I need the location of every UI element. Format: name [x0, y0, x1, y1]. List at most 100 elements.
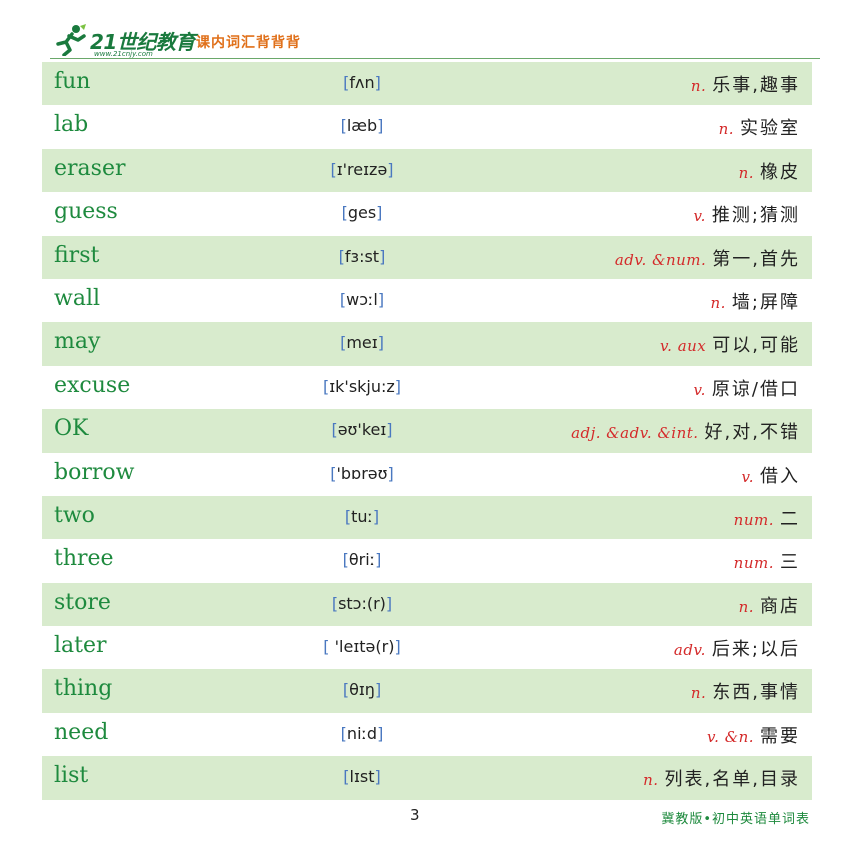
meaning-text: 第一,首先 [712, 248, 800, 270]
page-number: 3 [410, 806, 420, 824]
phonetic-cell: [əʊ'keɪ] [331, 420, 393, 440]
part-of-speech: n. [738, 163, 754, 182]
part-of-speech: v. aux [659, 337, 707, 356]
meaning-cell: num. 二 [734, 505, 800, 531]
part-of-speech: n. [738, 597, 754, 616]
table-row: wall [wɔːl] n. 墙;屏障 [42, 279, 812, 322]
phonetic-text: ɪ'reɪzə [336, 159, 388, 179]
meaning-text: 三 [780, 552, 800, 574]
word-cell: later [54, 633, 107, 659]
meaning-cell: adv. 后来;以后 [674, 635, 800, 661]
book-title: 冀教版•初中英语单词表 [661, 812, 810, 827]
table-row: borrow ['bɒrəʊ] v. 借入 [42, 453, 812, 496]
table-row: fun [fʌn] n. 乐事,趣事 [42, 62, 812, 106]
phonetic-text: θriː [348, 550, 376, 570]
phonetic-text: lɪst [349, 767, 375, 787]
word-cell: two [54, 502, 95, 528]
meaning-cell: n. 东西,事情 [691, 678, 800, 704]
runner-logo-icon [56, 24, 86, 56]
brand-url: www.21cnjy.com [94, 50, 153, 58]
meaning-cell: adj. &adv. &int. 好,对,不错 [571, 418, 800, 444]
part-of-speech: v. [741, 467, 754, 486]
table-row: later [ 'leɪtə(r)] adv. 后来;以后 [42, 626, 812, 669]
table-row: may [meɪ] v. aux 可以,可能 [42, 322, 812, 366]
word-cell: fun [54, 69, 91, 94]
part-of-speech: n. [690, 77, 707, 95]
word-cell: first [54, 242, 100, 268]
phonetic-cell: [ges] [341, 203, 383, 223]
meaning-text: 东西,事情 [712, 682, 800, 704]
part-of-speech: num. [733, 554, 774, 573]
meaning-cell: v. aux 可以,可能 [660, 331, 800, 357]
word-cell: thing [54, 676, 113, 702]
phonetic-text: tuː [351, 506, 373, 526]
page-title: 课内词汇背背背 [196, 35, 301, 51]
phonetic-cell: [θɪŋ] [342, 680, 382, 700]
table-row: store [stɔ:(r)] n. 商店 [42, 582, 812, 627]
phonetic-text: læb [346, 116, 378, 136]
meaning-cell: num. 三 [734, 548, 800, 574]
part-of-speech: n. [710, 293, 726, 312]
phonetic-cell: [lɪst] [343, 767, 381, 787]
table-row: two [tuː] num. 二 [42, 495, 812, 540]
phonetic-cell: [meɪ] [340, 333, 384, 353]
meaning-text: 后来;以后 [711, 639, 800, 661]
part-of-speech: v. [693, 380, 706, 399]
word-cell: guess [54, 199, 118, 225]
meaning-cell: n. 列表,名单,目录 [643, 765, 800, 791]
phonetic-text: ges [347, 203, 377, 223]
phonetic-cell: [ 'leɪtə(r)] [323, 637, 401, 657]
meaning-cell: v. 推测;猜测 [693, 201, 800, 227]
meaning-cell: n. 橡皮 [739, 158, 800, 184]
meaning-text: 二 [780, 508, 800, 530]
table-row: list [lɪst] n. 列表,名单,目录 [42, 756, 812, 800]
table-row: guess [ges] v. 推测;猜测 [42, 192, 812, 235]
part-of-speech: n. [643, 771, 659, 790]
word-cell: store [54, 589, 111, 615]
meaning-text: 借入 [760, 465, 800, 487]
phonetic-cell: [stɔ:(r)] [331, 593, 393, 613]
meaning-text: 原谅/借口 [711, 378, 800, 400]
table-row: thing [θɪŋ] n. 东西,事情 [42, 669, 812, 713]
word-cell: need [54, 719, 109, 745]
header-divider [50, 58, 820, 59]
word-cell: lab [54, 112, 89, 138]
word-cell: three [54, 546, 114, 572]
word-cell: wall [54, 285, 101, 311]
meaning-cell: n. 墙;屏障 [710, 288, 800, 314]
phonetic-cell: ['bɒrəʊ] [330, 463, 394, 483]
part-of-speech: adv. [673, 641, 706, 660]
phonetic-cell: [læb] [340, 116, 384, 136]
word-cell: eraser [54, 155, 126, 181]
word-cell: excuse [54, 372, 131, 398]
meaning-text: 商店 [760, 595, 800, 617]
phonetic-text: fɜ:st [344, 246, 380, 266]
phonetic-text: niːd [346, 723, 378, 743]
part-of-speech: n. [718, 120, 734, 139]
phonetic-cell: [wɔːl] [339, 289, 385, 309]
meaning-text: 需要 [760, 725, 800, 747]
word-cell: list [54, 763, 89, 789]
table-row: OK [əʊ'keɪ] adj. &adv. &int. 好,对,不错 [42, 409, 812, 453]
meaning-cell: n. 乐事,趣事 [691, 71, 800, 97]
meaning-text: 好,对,不错 [704, 422, 800, 444]
table-row: three [θriː] num. 三 [42, 539, 812, 582]
meaning-cell: n. 商店 [739, 592, 800, 618]
phonetic-text: 'leɪtə(r) [329, 637, 395, 657]
phonetic-text: θɪŋ [349, 680, 375, 700]
word-cell: OK [54, 416, 89, 442]
part-of-speech: v. [693, 207, 706, 226]
part-of-speech: v. &n. [706, 727, 754, 746]
phonetic-text: wɔːl [346, 289, 378, 309]
phonetic-cell: [ɪk'skju:z] [322, 376, 402, 396]
phonetic-text: stɔ:(r) [338, 593, 386, 613]
phonetic-text: əʊ'keɪ [337, 420, 387, 440]
vocabulary-table: fun [fʌn] n. 乐事,趣事 lab [læb] n. 实验室 eraser [ɪ'reɪ… [42, 62, 812, 800]
meaning-text: 可以,可能 [712, 335, 800, 357]
phonetic-text: fʌn [349, 73, 375, 92]
meaning-text: 实验室 [740, 118, 800, 140]
phonetic-cell: [θriː] [342, 550, 382, 570]
phonetic-cell: [fʌn] [343, 73, 381, 92]
part-of-speech: adv. &num. [614, 250, 707, 269]
meaning-text: 乐事,趣事 [712, 75, 800, 96]
